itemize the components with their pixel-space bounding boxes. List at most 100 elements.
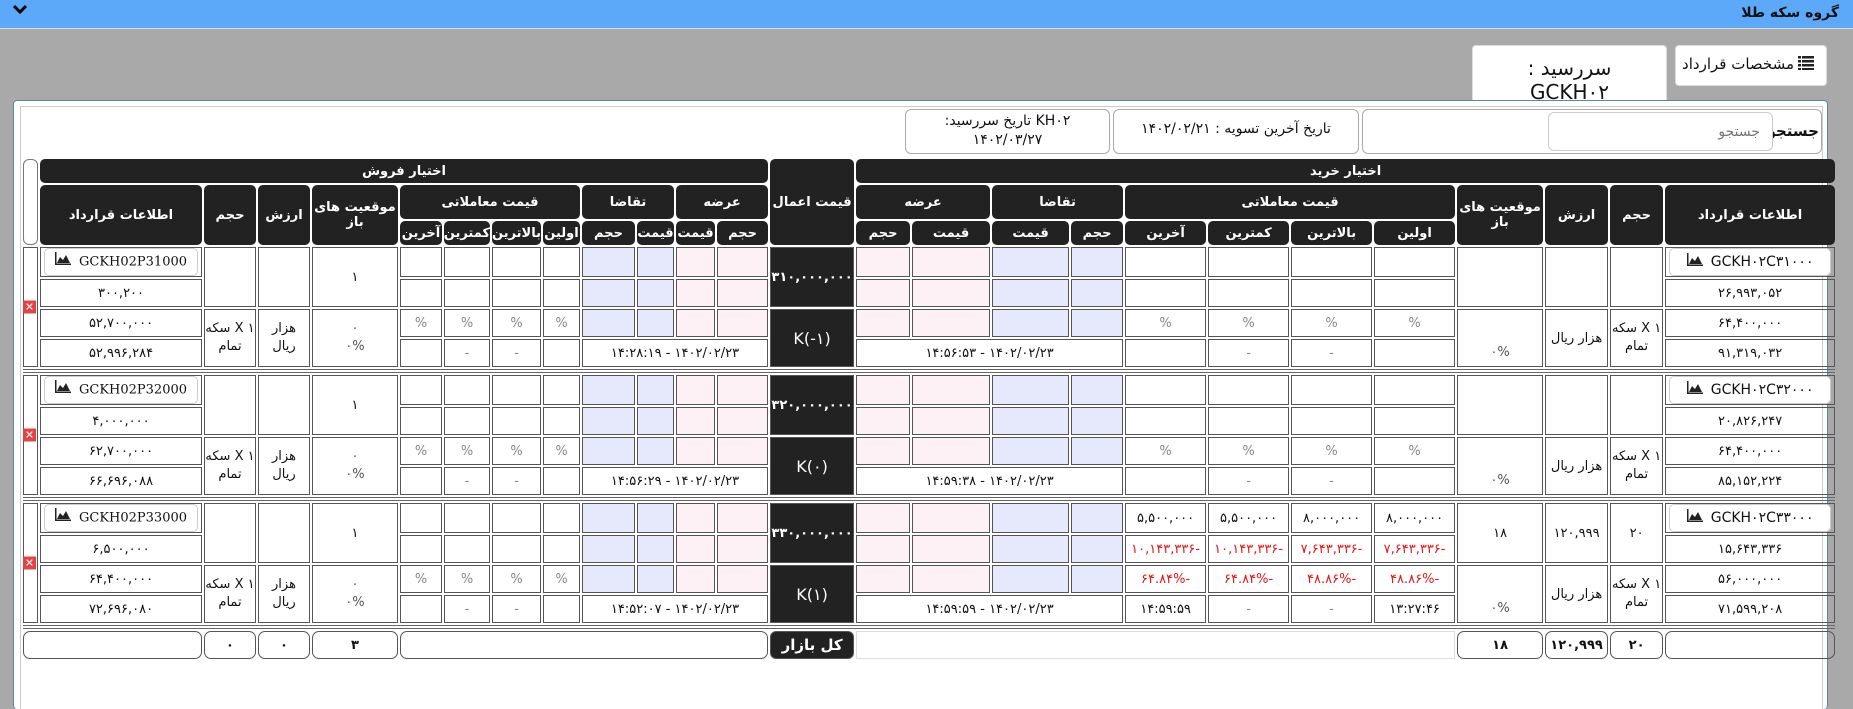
put-price-1: ۶,۵۰۰,۰۰۰ [40, 535, 202, 563]
call-volume [1610, 247, 1664, 307]
put-quote-time: ۱۴۰۲/۰۲/۲۳ - ۱۴:۵۶:۲۹ [582, 467, 769, 495]
call-ask-price [912, 503, 991, 533]
chart-icon [1686, 505, 1703, 531]
call-bid-price [992, 279, 1070, 307]
put-unit: X ۱ سکه تمام [204, 309, 256, 367]
call-time-high: - [1291, 595, 1373, 623]
call-change-high [1291, 407, 1373, 435]
call-bid-price [992, 407, 1070, 435]
close-icon[interactable]: ✕ [23, 556, 36, 570]
call-ask-qty [856, 503, 911, 533]
call-change-first [1374, 279, 1456, 307]
put-time-low: - [444, 467, 490, 495]
put-symbol-cell: GCKH02P33000 [40, 503, 202, 533]
call-pct-first: % [1374, 309, 1456, 337]
list-icon [1798, 55, 1814, 74]
put-volume [204, 503, 256, 563]
call-price-1: ۲۰,۸۲۶,۲۴۷ [1665, 407, 1836, 435]
put-ask-qty [717, 565, 769, 593]
put-time-high: - [492, 595, 541, 623]
last-settlement-date: تاریخ آخرین تسویه : ۱۴۰۲/۰۲/۲۱ [1113, 109, 1359, 154]
put-time-high: - [492, 467, 541, 495]
close-icon[interactable]: ✕ [23, 300, 36, 314]
put-open-positions: ۱ [312, 503, 398, 563]
put-ask-qty [717, 247, 769, 277]
put-bid-qty [582, 407, 635, 435]
put-contract-button[interactable]: GCKH02P33000 [44, 504, 198, 532]
table-row: ✕ GCKH02P32000 ۱ ۳۲۰,۰۰۰,۰۰۰ GCKH۰۲C۳۲۰۰… [23, 375, 1836, 495]
put-value-unit: هزار ریال [258, 437, 310, 495]
call-value [1545, 247, 1609, 307]
call-bid-qty [1071, 535, 1124, 563]
put-trade-first [543, 375, 580, 405]
call-time-first [1374, 339, 1456, 367]
search-box: جستجو [1362, 109, 1822, 154]
table-row: ۵۲,۷۰۰,۰۰۰ X ۱ سکه تمام هزار ریال ۰ ۰% %%… [23, 309, 1836, 367]
put-price-2: ۶۴,۴۰۰,۰۰۰ [40, 565, 202, 593]
put-trade-price-header: قیمت معاملاتی [400, 185, 580, 219]
call-open-positions-pct: ۰% [1457, 565, 1544, 623]
put-bid-qty-header: حجم [582, 221, 635, 245]
put-time-low: - [444, 339, 490, 367]
call-bid-price [992, 565, 1070, 593]
call-pct-low: -۶۴.۸۴% [1208, 565, 1290, 593]
put-time-first [543, 467, 580, 495]
put-contract-button[interactable]: GCKH02P32000 [44, 376, 198, 404]
call-trade-last [1125, 375, 1207, 405]
put-contract-button[interactable]: GCKH02P31000 [44, 248, 198, 276]
exercise-price-header: قیمت اعمال [770, 159, 855, 245]
call-unit: X ۱ سکه تمام [1610, 565, 1664, 623]
put-symbol: GCKH02P33000 [78, 510, 188, 526]
call-price-2: ۶۴,۴۰۰,۰۰۰ [1665, 309, 1836, 337]
put-unit: X ۱ سکه تمام [204, 437, 256, 495]
maturity-date: KH۰۲ تاریخ سررسید: ۱۴۰۲/۰۳/۲۷ [905, 109, 1110, 154]
put-trade-last [400, 247, 442, 277]
call-time-low: - [1208, 595, 1290, 623]
tab-maturity[interactable]: سررسید : GCKH۰۲ [1472, 45, 1667, 104]
put-change-last [400, 279, 442, 307]
call-quote-time: ۱۴۰۲/۰۲/۲۳ - ۱۴:۵۶:۵۳ [856, 339, 1124, 367]
put-ask-qty [717, 309, 769, 337]
option-chain-panel: جستجو تاریخ آخرین تسویه : ۱۴۰۲/۰۲/۲۱ KH۰… [13, 100, 1836, 709]
exercise-price: ۳۱۰,۰۰۰,۰۰۰ [770, 247, 855, 307]
call-change-high [1291, 279, 1373, 307]
call-ask-price [912, 279, 991, 307]
call-contract-button[interactable]: GCKH۰۲C۳۲۰۰۰ [1669, 376, 1831, 404]
call-ask-header: عرضه [856, 185, 991, 219]
call-bid-qty [1071, 437, 1124, 465]
call-bid-qty [1071, 309, 1124, 337]
call-unit: X ۱ سکه تمام [1610, 309, 1664, 367]
call-contract-button[interactable]: GCKH۰۲C۳۱۰۰۰ [1669, 248, 1831, 276]
put-price-2: ۵۲,۷۰۰,۰۰۰ [40, 309, 202, 337]
call-ask-price [912, 309, 991, 337]
group-header-bar[interactable]: گروه سکه طلا [0, 0, 1853, 29]
call-ask-price [912, 565, 991, 593]
exercise-price: ۳۲۰,۰۰۰,۰۰۰ [770, 375, 855, 435]
remove-row-cell: ✕ [23, 247, 38, 367]
call-value-unit: هزار ریال [1545, 309, 1609, 367]
call-time-last [1125, 339, 1207, 367]
put-pct-high: % [492, 565, 541, 593]
chart-icon [54, 249, 71, 275]
call-ask-qty [856, 407, 911, 435]
call-bid-price [992, 375, 1070, 405]
search-input[interactable] [1548, 112, 1773, 151]
put-total-open-positions: ۳ [312, 631, 398, 659]
put-change-low [444, 535, 490, 563]
put-ask-price [676, 279, 715, 307]
call-contract-button[interactable]: GCKH۰۲C۳۳۰۰۰ [1669, 504, 1831, 532]
chevron-down-icon[interactable] [10, 0, 30, 20]
put-bid-header: تقاضا [582, 185, 674, 219]
call-bid-price [992, 309, 1070, 337]
call-trade-low [1208, 375, 1290, 405]
call-open-positions-header: موقعیت های باز [1457, 185, 1544, 245]
close-icon[interactable]: ✕ [23, 428, 36, 442]
put-high-header: بالاترین [492, 221, 541, 245]
call-price-1: ۲۶,۹۹۳,۰۵۲ [1665, 279, 1836, 307]
table-row: ۶۲,۷۰۰,۰۰۰ X ۱ سکه تمام هزار ریال ۰ ۰% %%… [23, 437, 1836, 495]
call-price-3: ۸۵,۱۵۲,۲۲۴ [1665, 467, 1836, 495]
contract-spec-button[interactable]: مشخصات قرارداد [1675, 45, 1827, 86]
put-volume-header: حجم [204, 185, 256, 245]
put-change-high [492, 407, 541, 435]
put-ask-qty [717, 535, 769, 563]
